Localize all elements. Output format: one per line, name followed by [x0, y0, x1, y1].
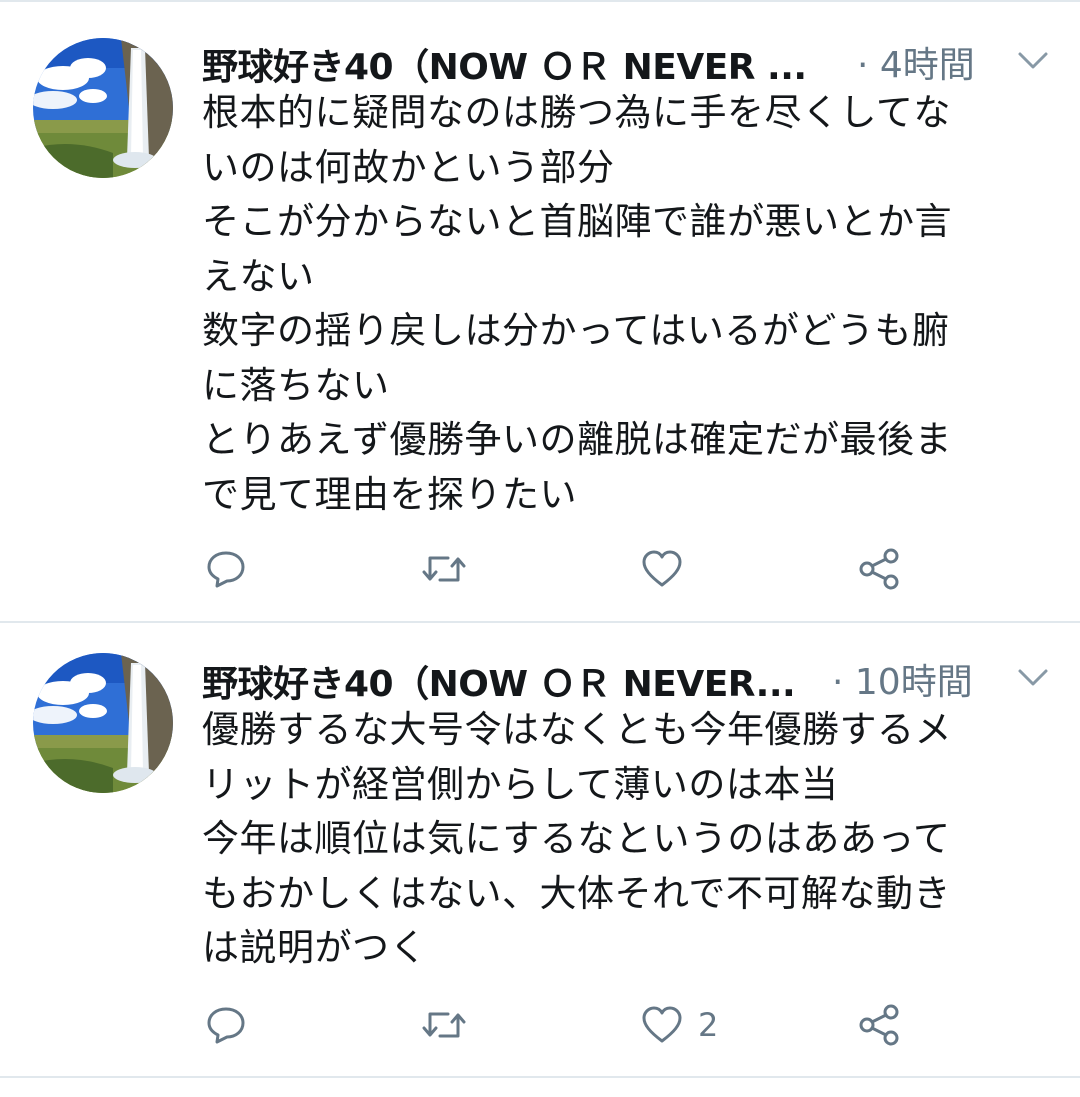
- tweet[interactable]: 野球好き40（NOW ＯＲ NEVER ... · 4時間 根本的に疑問なのは勝…: [0, 0, 1080, 622]
- author-name[interactable]: 野球好き40（NOW ＯＲ NEVER...: [202, 655, 796, 707]
- retweet-icon: [422, 556, 466, 582]
- tweet-actions: [0, 544, 1080, 594]
- tweet-text: 根本的に疑問なのは勝つ為に手を尽くしてな いのは何故かという部分 そこが分からな…: [202, 86, 1052, 522]
- text-line: 優勝するな大号令はなくとも今年優勝するメ: [202, 708, 952, 751]
- timestamp[interactable]: · 10時間: [832, 653, 973, 705]
- like-count: 2: [698, 1006, 719, 1044]
- reply-icon: [207, 1007, 245, 1044]
- retweet-button[interactable]: [420, 1000, 468, 1050]
- text-line: いのは何故かという部分: [202, 145, 615, 189]
- author-name[interactable]: 野球好き40（NOW ＯＲ NEVER ...: [202, 38, 807, 90]
- bottom-divider: [0, 1076, 1080, 1078]
- separator: ·: [832, 662, 844, 703]
- tweet-actions: 2: [0, 1000, 1080, 1050]
- avatar[interactable]: [33, 38, 173, 178]
- heart-icon: [642, 550, 682, 587]
- tweet-header: 野球好き40（NOW ＯＲ NEVER ... · 4時間: [202, 34, 1080, 90]
- text-line: リットが経営側からして薄いのは本当: [202, 762, 839, 806]
- text-line: とりあえず優勝争いの離脱は確定だが最後ま: [202, 418, 952, 461]
- text-line: 今年は順位は気にするなというのはああって: [202, 817, 951, 860]
- like-button[interactable]: 2: [640, 1000, 718, 1050]
- text-line: 根本的に疑問なのは勝つ為に手を尽くしてな: [202, 91, 951, 134]
- text-line: で見て理由を探りたい: [202, 472, 577, 516]
- reply-button[interactable]: [205, 1000, 247, 1050]
- share-icon: [859, 1004, 899, 1046]
- landscape-waterfall-icon: [33, 653, 173, 793]
- share-button[interactable]: [858, 544, 902, 594]
- text-line: に落ちない: [202, 363, 390, 407]
- tweet-text: 優勝するな大号令はなくとも今年優勝するメ リットが経営側からして薄いのは本当 今…: [202, 703, 1052, 976]
- tweet[interactable]: 野球好き40（NOW ＯＲ NEVER... · 10時間 優勝するな大号令はな…: [0, 623, 1080, 1078]
- share-icon: [859, 548, 899, 590]
- retweet-button[interactable]: [420, 544, 468, 594]
- text-line: は説明がつく: [202, 926, 427, 969]
- heart-icon: [642, 1006, 682, 1043]
- share-button[interactable]: [858, 1000, 902, 1050]
- retweet-icon: [422, 1012, 466, 1038]
- tweet-header: 野球好き40（NOW ＯＲ NEVER... · 10時間: [202, 651, 1080, 707]
- timeline: 野球好き40（NOW ＯＲ NEVER ... · 4時間 根本的に疑問なのは勝…: [0, 0, 1080, 1097]
- chevron-down-icon[interactable]: [1016, 663, 1050, 693]
- reply-button[interactable]: [205, 544, 247, 594]
- chevron-down-icon[interactable]: [1016, 46, 1050, 76]
- text-line: そこが分からないと首脳陣で誰が悪いとか言: [202, 200, 952, 243]
- time-label: 4時間: [879, 45, 975, 86]
- text-line: もおかしくはない、大体それで不可解な動き: [202, 871, 951, 915]
- timestamp[interactable]: · 4時間: [857, 36, 975, 88]
- reply-icon: [207, 551, 245, 588]
- time-label: 10時間: [854, 662, 973, 703]
- text-line: 数字の揺り戻しは分かってはいるがどうも腑: [202, 309, 950, 352]
- text-line: えない: [202, 254, 315, 298]
- separator: ·: [857, 45, 869, 86]
- avatar[interactable]: [33, 653, 173, 793]
- like-button[interactable]: [640, 544, 698, 594]
- landscape-waterfall-icon: [33, 38, 173, 178]
